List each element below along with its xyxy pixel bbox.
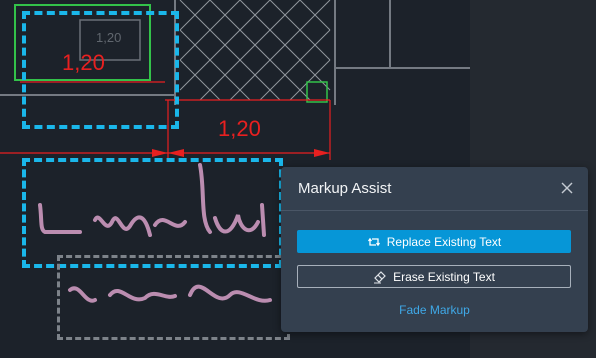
markup-assist-panel: Markup Assist Replace Existing Text Eras…: [281, 167, 588, 332]
markup-region-box[interactable]: [57, 255, 290, 340]
close-button[interactable]: [558, 179, 576, 197]
close-icon: [561, 182, 573, 194]
faint-dimension-label: 1,20: [96, 30, 122, 45]
panel-title: Markup Assist: [298, 180, 392, 197]
fade-markup-link[interactable]: Fade Markup: [281, 303, 588, 317]
erase-existing-text-button[interactable]: Erase Existing Text: [297, 265, 571, 288]
dimension-label: 1,20: [62, 50, 105, 75]
erase-button-label: Erase Existing Text: [393, 269, 495, 284]
eraser-icon: [374, 270, 386, 283]
panel-divider: [281, 210, 588, 211]
replace-existing-text-button[interactable]: Replace Existing Text: [297, 230, 571, 253]
replace-button-label: Replace Existing Text: [386, 234, 502, 249]
selection-box-handwriting[interactable]: [22, 158, 283, 268]
dimension-label: 1,20: [218, 116, 261, 141]
replace-text-icon: [367, 237, 380, 246]
